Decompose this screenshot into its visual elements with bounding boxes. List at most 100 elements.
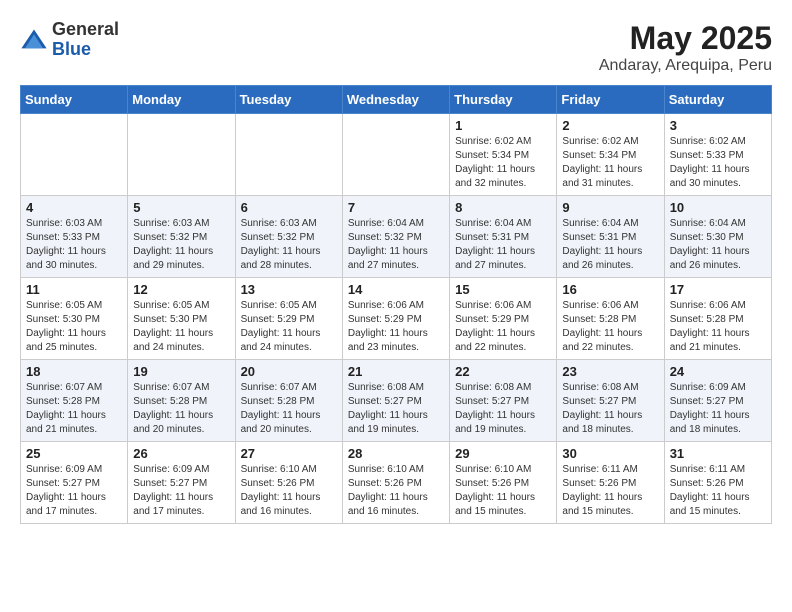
day-number: 28 bbox=[348, 446, 444, 461]
day-number: 21 bbox=[348, 364, 444, 379]
day-number: 15 bbox=[455, 282, 551, 297]
calendar-cell: 4 Sunrise: 6:03 AM Sunset: 5:33 PM Daylig… bbox=[21, 196, 128, 278]
day-number: 1 bbox=[455, 118, 551, 133]
day-number: 19 bbox=[133, 364, 229, 379]
day-info: Sunrise: 6:03 AM Sunset: 5:32 PM Dayligh… bbox=[241, 217, 337, 273]
week-row-4: 18 Sunrise: 6:07 AM Sunset: 5:28 PM Dayli… bbox=[21, 360, 772, 442]
week-row-3: 11 Sunrise: 6:05 AM Sunset: 5:30 PM Dayli… bbox=[21, 278, 772, 360]
location: Andaray, Arequipa, Peru bbox=[599, 57, 772, 75]
day-number: 18 bbox=[26, 364, 122, 379]
calendar-cell: 1 Sunrise: 6:02 AM Sunset: 5:34 PM Daylig… bbox=[450, 114, 557, 196]
calendar-cell: 28 Sunrise: 6:10 AM Sunset: 5:26 PM Dayli… bbox=[342, 442, 449, 524]
calendar-cell: 10 Sunrise: 6:04 AM Sunset: 5:30 PM Dayli… bbox=[664, 196, 771, 278]
day-number: 3 bbox=[670, 118, 766, 133]
calendar-cell bbox=[21, 114, 128, 196]
page-header: General Blue May 2025 Andaray, Arequipa,… bbox=[20, 20, 772, 75]
calendar-cell: 30 Sunrise: 6:11 AM Sunset: 5:26 PM Dayli… bbox=[557, 442, 664, 524]
day-number: 9 bbox=[562, 200, 658, 215]
weekday-header-friday: Friday bbox=[557, 86, 664, 114]
calendar-cell: 17Sunrise: 6:06 AM Sunset: 5:28 PM Dayli… bbox=[664, 278, 771, 360]
day-info: Sunrise: 6:02 AM Sunset: 5:34 PM Dayligh… bbox=[455, 135, 551, 191]
day-number: 2 bbox=[562, 118, 658, 133]
calendar-cell: 31 Sunrise: 6:11 AM Sunset: 5:26 PM Dayli… bbox=[664, 442, 771, 524]
calendar-cell bbox=[128, 114, 235, 196]
day-number: 14 bbox=[348, 282, 444, 297]
day-info: Sunrise: 6:07 AM Sunset: 5:28 PM Dayligh… bbox=[133, 381, 229, 437]
day-number: 10 bbox=[670, 200, 766, 215]
calendar-cell: 29Sunrise: 6:10 AM Sunset: 5:26 PM Dayli… bbox=[450, 442, 557, 524]
calendar-cell: 2 Sunrise: 6:02 AM Sunset: 5:34 PM Daylig… bbox=[557, 114, 664, 196]
calendar-cell: 8Sunrise: 6:04 AM Sunset: 5:31 PM Daylig… bbox=[450, 196, 557, 278]
calendar-cell: 3 Sunrise: 6:02 AM Sunset: 5:33 PM Daylig… bbox=[664, 114, 771, 196]
weekday-header-wednesday: Wednesday bbox=[342, 86, 449, 114]
day-info: Sunrise: 6:07 AM Sunset: 5:28 PM Dayligh… bbox=[26, 381, 122, 437]
day-info: Sunrise: 6:06 AM Sunset: 5:29 PM Dayligh… bbox=[348, 299, 444, 355]
calendar-cell: 6Sunrise: 6:03 AM Sunset: 5:32 PM Daylig… bbox=[235, 196, 342, 278]
calendar-cell: 15 Sunrise: 6:06 AM Sunset: 5:29 PM Dayli… bbox=[450, 278, 557, 360]
day-number: 16 bbox=[562, 282, 658, 297]
day-info: Sunrise: 6:05 AM Sunset: 5:29 PM Dayligh… bbox=[241, 299, 337, 355]
calendar-cell: 13 Sunrise: 6:05 AM Sunset: 5:29 PM Dayli… bbox=[235, 278, 342, 360]
calendar-cell: 16Sunrise: 6:06 AM Sunset: 5:28 PM Dayli… bbox=[557, 278, 664, 360]
title-area: May 2025 Andaray, Arequipa, Peru bbox=[599, 20, 772, 75]
weekday-header-row: SundayMondayTuesdayWednesdayThursdayFrid… bbox=[21, 86, 772, 114]
calendar-cell: 25Sunrise: 6:09 AM Sunset: 5:27 PM Dayli… bbox=[21, 442, 128, 524]
day-number: 13 bbox=[241, 282, 337, 297]
day-info: Sunrise: 6:05 AM Sunset: 5:30 PM Dayligh… bbox=[133, 299, 229, 355]
day-info: Sunrise: 6:09 AM Sunset: 5:27 PM Dayligh… bbox=[670, 381, 766, 437]
week-row-2: 4 Sunrise: 6:03 AM Sunset: 5:33 PM Daylig… bbox=[21, 196, 772, 278]
logo-blue: Blue bbox=[52, 39, 91, 59]
day-info: Sunrise: 6:11 AM Sunset: 5:26 PM Dayligh… bbox=[670, 463, 766, 519]
calendar-cell: 23 Sunrise: 6:08 AM Sunset: 5:27 PM Dayli… bbox=[557, 360, 664, 442]
weekday-header-tuesday: Tuesday bbox=[235, 86, 342, 114]
day-info: Sunrise: 6:09 AM Sunset: 5:27 PM Dayligh… bbox=[133, 463, 229, 519]
day-number: 12 bbox=[133, 282, 229, 297]
calendar-cell: 18 Sunrise: 6:07 AM Sunset: 5:28 PM Dayli… bbox=[21, 360, 128, 442]
logo-icon bbox=[20, 26, 48, 54]
calendar-cell: 11Sunrise: 6:05 AM Sunset: 5:30 PM Dayli… bbox=[21, 278, 128, 360]
day-number: 23 bbox=[562, 364, 658, 379]
calendar-cell: 5 Sunrise: 6:03 AM Sunset: 5:32 PM Daylig… bbox=[128, 196, 235, 278]
day-number: 31 bbox=[670, 446, 766, 461]
day-info: Sunrise: 6:07 AM Sunset: 5:28 PM Dayligh… bbox=[241, 381, 337, 437]
calendar-cell: 12 Sunrise: 6:05 AM Sunset: 5:30 PM Dayli… bbox=[128, 278, 235, 360]
calendar-cell: 19 Sunrise: 6:07 AM Sunset: 5:28 PM Dayli… bbox=[128, 360, 235, 442]
day-info: Sunrise: 6:03 AM Sunset: 5:32 PM Dayligh… bbox=[133, 217, 229, 273]
day-number: 7 bbox=[348, 200, 444, 215]
day-info: Sunrise: 6:02 AM Sunset: 5:33 PM Dayligh… bbox=[670, 135, 766, 191]
weekday-header-thursday: Thursday bbox=[450, 86, 557, 114]
calendar-cell: 20 Sunrise: 6:07 AM Sunset: 5:28 PM Dayli… bbox=[235, 360, 342, 442]
weekday-header-monday: Monday bbox=[128, 86, 235, 114]
day-number: 4 bbox=[26, 200, 122, 215]
day-number: 5 bbox=[133, 200, 229, 215]
day-number: 22 bbox=[455, 364, 551, 379]
day-number: 20 bbox=[241, 364, 337, 379]
logo: General Blue bbox=[20, 20, 119, 60]
day-info: Sunrise: 6:10 AM Sunset: 5:26 PM Dayligh… bbox=[241, 463, 337, 519]
day-info: Sunrise: 6:04 AM Sunset: 5:30 PM Dayligh… bbox=[670, 217, 766, 273]
day-number: 11 bbox=[26, 282, 122, 297]
day-info: Sunrise: 6:08 AM Sunset: 5:27 PM Dayligh… bbox=[455, 381, 551, 437]
weekday-header-saturday: Saturday bbox=[664, 86, 771, 114]
calendar-cell: 14 Sunrise: 6:06 AM Sunset: 5:29 PM Dayli… bbox=[342, 278, 449, 360]
day-info: Sunrise: 6:08 AM Sunset: 5:27 PM Dayligh… bbox=[562, 381, 658, 437]
week-row-1: 1 Sunrise: 6:02 AM Sunset: 5:34 PM Daylig… bbox=[21, 114, 772, 196]
calendar-cell: 27 Sunrise: 6:10 AM Sunset: 5:26 PM Dayli… bbox=[235, 442, 342, 524]
day-number: 27 bbox=[241, 446, 337, 461]
day-info: Sunrise: 6:06 AM Sunset: 5:29 PM Dayligh… bbox=[455, 299, 551, 355]
day-number: 26 bbox=[133, 446, 229, 461]
logo-text: General Blue bbox=[52, 20, 119, 60]
calendar-cell: 26 Sunrise: 6:09 AM Sunset: 5:27 PM Dayli… bbox=[128, 442, 235, 524]
day-info: Sunrise: 6:03 AM Sunset: 5:33 PM Dayligh… bbox=[26, 217, 122, 273]
calendar-cell: 7Sunrise: 6:04 AM Sunset: 5:32 PM Daylig… bbox=[342, 196, 449, 278]
day-number: 30 bbox=[562, 446, 658, 461]
calendar-cell: 21Sunrise: 6:08 AM Sunset: 5:27 PM Dayli… bbox=[342, 360, 449, 442]
day-info: Sunrise: 6:11 AM Sunset: 5:26 PM Dayligh… bbox=[562, 463, 658, 519]
day-info: Sunrise: 6:06 AM Sunset: 5:28 PM Dayligh… bbox=[670, 299, 766, 355]
weekday-header-sunday: Sunday bbox=[21, 86, 128, 114]
day-info: Sunrise: 6:04 AM Sunset: 5:31 PM Dayligh… bbox=[562, 217, 658, 273]
month-year: May 2025 bbox=[599, 20, 772, 57]
day-info: Sunrise: 6:10 AM Sunset: 5:26 PM Dayligh… bbox=[348, 463, 444, 519]
day-info: Sunrise: 6:09 AM Sunset: 5:27 PM Dayligh… bbox=[26, 463, 122, 519]
day-info: Sunrise: 6:02 AM Sunset: 5:34 PM Dayligh… bbox=[562, 135, 658, 191]
